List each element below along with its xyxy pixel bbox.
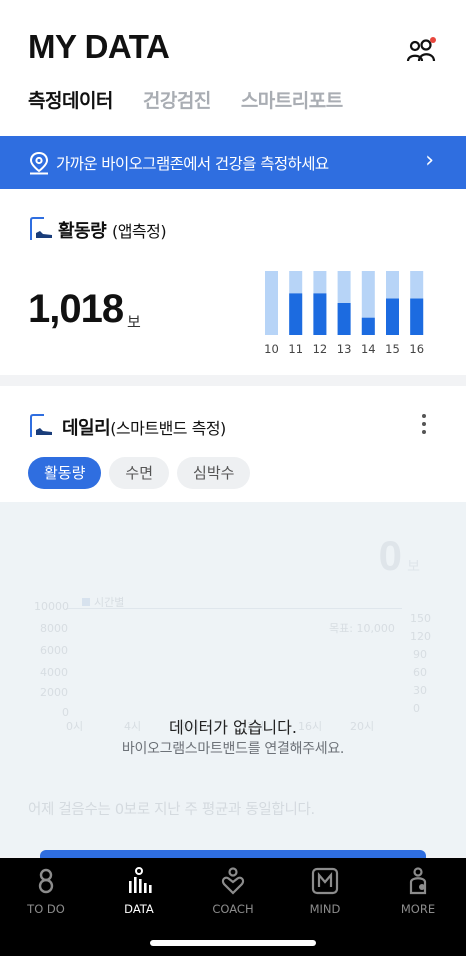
weekly-day-label: 14 [361, 342, 376, 356]
coach-icon [221, 867, 245, 895]
chip-activity[interactable]: 활동량 [28, 457, 102, 489]
legend-swatch [82, 598, 90, 606]
weekly-day-label: 10 [264, 342, 279, 356]
daily-card: 데일리(스마트밴드 측정) 활동량 수면 심박수 0 보 시간별 목표: 10,… [0, 386, 466, 856]
empty-state-title: 데이터가 없습니다. [169, 718, 297, 737]
banner-text: 가까운 바이오그램존에서 건강을 측정하세요 [56, 154, 329, 173]
tab-health-checkup[interactable]: 건강검진 [143, 86, 211, 113]
nav-data-label: DATA [124, 902, 154, 916]
shoe-device-icon [30, 414, 52, 437]
ghost-left-tick: 2000 [40, 686, 68, 699]
daily-summary-text: 어제 걸음수는 0보로 지난 주 평균과 동일합니다. [28, 802, 315, 818]
nav-data[interactable]: DATA [99, 866, 179, 916]
header: MY DATA 측정데이터 건강검진 스마트리포트 [0, 0, 466, 136]
activity-card[interactable]: 활동량 (앱측정) 1,018 보 10 11 12 13 14 15 16 [0, 189, 466, 375]
weekly-day-label: 16 [409, 342, 424, 356]
nav-more[interactable]: MORE [378, 866, 458, 916]
weekly-day-label: 13 [337, 342, 352, 356]
ghost-right-tick: 150 [410, 612, 431, 625]
nav-coach[interactable]: COACH [193, 866, 273, 916]
weekly-steps-chart[interactable]: 10 11 12 13 14 15 16 [262, 271, 424, 361]
tab-measurement-data[interactable]: 측정데이터 [28, 86, 113, 113]
ghost-right-tick: 30 [413, 684, 427, 697]
weekly-bar [410, 298, 424, 335]
family-people-icon[interactable] [404, 36, 438, 66]
nav-todo-label: TO DO [27, 902, 65, 916]
step-count: 1,018 [28, 287, 124, 331]
nav-mind-label: MIND [309, 902, 341, 916]
chip-heart-rate[interactable]: 심박수 [177, 457, 251, 489]
daily-chart-area: 0 보 시간별 목표: 10,000 10000 8000 6000 4000 … [0, 502, 466, 856]
activity-subtitle: (앱측정) [111, 222, 167, 241]
daily-subtitle: (스마트밴드 측정) [110, 419, 226, 438]
home-indicator [150, 940, 316, 946]
todo-icon [38, 868, 54, 894]
ghost-goal: 목표: 10,000 [329, 622, 395, 635]
more-icon [409, 867, 427, 895]
daily-title-label: 데일리 [62, 418, 111, 439]
weekly-bar [313, 293, 327, 335]
step-unit: 보 [127, 313, 141, 331]
ghost-right-tick: 90 [413, 648, 427, 661]
activity-title: 활동량 (앱측정) [58, 217, 167, 243]
shoe-device-icon [30, 217, 52, 240]
ghost-step-unit: 보 [407, 559, 420, 575]
activity-title-label: 활동량 [58, 221, 107, 242]
empty-state-subtitle: 바이오그램스마트밴드를 연결해주세요. [121, 741, 345, 757]
tab-bar: 측정데이터 건강검진 스마트리포트 [28, 86, 343, 113]
weekly-day-label: 11 [288, 342, 303, 356]
ghost-right-tick: 120 [410, 630, 431, 643]
nav-more-label: MORE [400, 902, 436, 916]
nav-mind[interactable]: MIND [285, 866, 365, 916]
weekly-bar [337, 303, 351, 335]
biogram-zone-banner[interactable]: 가까운 바이오그램존에서 건강을 측정하세요 › [0, 136, 466, 189]
nav-todo[interactable]: TO DO [6, 866, 86, 916]
daily-title: 데일리(스마트밴드 측정) [62, 414, 226, 440]
chevron-right-icon: › [425, 148, 434, 173]
ghost-left-tick: 4000 [40, 666, 68, 679]
ghost-left-tick: 10000 [34, 600, 69, 613]
weekly-bar [289, 293, 303, 335]
weekly-bar [361, 317, 375, 335]
weekly-bar [386, 298, 399, 335]
ghost-step-value: 0 [378, 532, 402, 579]
nav-coach-label: COACH [212, 902, 254, 916]
weekly-day-label: 12 [313, 342, 328, 356]
tab-smart-report[interactable]: 스마트리포트 [241, 86, 343, 113]
ghost-right-tick: 60 [413, 666, 427, 679]
more-options-icon[interactable] [414, 414, 434, 438]
weekly-day-label: 15 [385, 342, 400, 356]
page-title: MY DATA [28, 28, 170, 65]
location-pin-icon [29, 151, 49, 174]
ghost-left-tick: 8000 [40, 622, 68, 635]
weekly-bar-track [265, 271, 278, 335]
metric-chips: 활동량 수면 심박수 [28, 457, 251, 489]
data-icon [129, 867, 152, 893]
ghost-left-tick: 6000 [40, 644, 68, 657]
mind-icon [311, 867, 339, 895]
chip-sleep[interactable]: 수면 [109, 457, 170, 489]
ghost-goal-line [66, 608, 402, 609]
